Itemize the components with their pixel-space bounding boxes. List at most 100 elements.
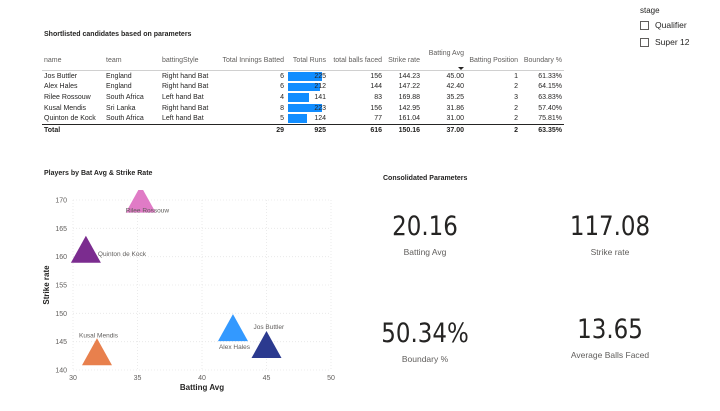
y-tick-label: 160 xyxy=(55,254,67,261)
y-tick-label: 165 xyxy=(55,226,67,233)
cell-runs: 124 xyxy=(286,113,328,124)
cell-batting-avg: 42.40 xyxy=(446,83,464,91)
cell-innings: 6 xyxy=(280,83,284,91)
cell-team: Sri Lanka xyxy=(106,104,136,112)
cell-strike-rate: 169.88 xyxy=(398,93,420,101)
chart-points: Jos Buttler Alex Hales Rilee Rossouw Kusal … xyxy=(70,190,285,366)
cell-runs: 141 xyxy=(286,92,328,103)
card-label-boundary: Boundary % xyxy=(401,354,449,364)
cell-strike-rate: 147.22 xyxy=(398,83,420,91)
chart-title: Players by Bat Avg & Strike Rate xyxy=(44,170,153,177)
slicer-option-label: Qualifier xyxy=(655,20,687,30)
column-header-balls[interactable]: total balls faced xyxy=(328,50,384,71)
cell-name: Jos Buttler xyxy=(44,72,78,80)
y-tick-label: 155 xyxy=(55,283,67,290)
cell-total-balls: 616 xyxy=(328,123,384,137)
y-tick-label: 140 xyxy=(55,368,67,375)
slicer-option-qualifier[interactable]: Qualifier xyxy=(640,20,687,30)
y-axis-label: Strike rate xyxy=(42,265,51,305)
cell-batting-avg: 31.86 xyxy=(446,104,464,112)
cell-balls: 83 xyxy=(374,93,382,101)
cell-balls: 144 xyxy=(370,83,382,91)
cell-strike-rate: 144.23 xyxy=(398,72,420,80)
y-tick-label: 170 xyxy=(55,198,67,205)
data-point-label: Rilee Rossouw xyxy=(126,208,170,215)
table-row[interactable]: Rilee Rossouw South Africa Left hand Bat 4 1… xyxy=(42,92,564,103)
cell-runs: 225 xyxy=(286,71,328,82)
cell-boundary: 57.40% xyxy=(538,104,562,112)
column-header-batting-avg[interactable]: Batting Avg xyxy=(422,50,466,71)
cell-batting-position: 3 xyxy=(514,93,518,101)
table-title: Shortlisted candidates based on paramete… xyxy=(44,31,192,38)
cell-batting-style: Right hand Bat xyxy=(162,83,209,91)
cell-strike-rate: 142.95 xyxy=(398,104,420,112)
cell-runs: 223 xyxy=(286,103,328,114)
slicer-option-label: Super 12 xyxy=(655,37,690,47)
cell-boundary: 61.33% xyxy=(538,72,562,80)
card-label-strike-rate: Strike rate xyxy=(590,247,630,257)
checkbox-icon[interactable] xyxy=(640,20,649,30)
scatter-chart: 30 35 40 45 50 140 145 150 155 160 165 170 Jos Butt… xyxy=(42,190,335,392)
data-point-marker[interactable] xyxy=(81,338,112,366)
candidates-table: name team battingStyle Total Innings Bat… xyxy=(42,50,564,137)
card-label-avg-balls-faced: Average Balls Faced xyxy=(570,350,650,360)
data-point-label: Alex Hales xyxy=(219,344,251,351)
column-header-strike-rate[interactable]: Strike rate xyxy=(384,50,422,71)
cell-total-batting-position: 2 xyxy=(466,123,520,137)
cell-team: South Africa xyxy=(106,115,144,123)
data-point-label: Kusal Mendis xyxy=(79,332,119,339)
cell-innings: 5 xyxy=(280,115,284,123)
cell-name: Kusal Mendis xyxy=(44,104,87,112)
cell-name: Quinton de Kock xyxy=(44,115,96,123)
cell-balls: 156 xyxy=(370,72,382,80)
table-total-row: Total 29 925 616 150.16 37.00 2 63.35% xyxy=(42,123,564,137)
cards-title: Consolidated Parameters xyxy=(383,175,468,182)
column-header-boundary[interactable]: Boundary % xyxy=(520,50,564,71)
cell-batting-style: Right hand Bat xyxy=(162,72,209,80)
column-header-innings[interactable]: Total Innings Batted xyxy=(216,50,286,71)
runs-databar xyxy=(288,114,307,123)
cell-runs-value: 212 xyxy=(314,83,326,91)
checkbox-icon[interactable] xyxy=(640,37,649,47)
cell-total-strike-rate: 150.16 xyxy=(384,123,422,137)
cell-team: England xyxy=(106,72,132,80)
cell-batting-style: Left hand Bat xyxy=(162,115,204,123)
data-point-marker[interactable] xyxy=(70,235,101,263)
cell-batting-avg: 35.25 xyxy=(446,93,464,101)
slicer-title: stage xyxy=(640,6,660,15)
cell-boundary: 64.15% xyxy=(538,83,562,91)
cell-batting-position: 1 xyxy=(514,72,518,80)
cell-strike-rate: 161.04 xyxy=(398,115,420,123)
cell-name: Rilee Rossouw xyxy=(44,93,91,101)
cell-runs-value: 223 xyxy=(314,104,326,112)
card-value-strike-rate: 117.08 xyxy=(569,211,651,242)
column-header-batting-style[interactable]: battingStyle xyxy=(160,50,216,71)
column-header-team[interactable]: team xyxy=(104,50,160,71)
cell-innings: 6 xyxy=(280,72,284,80)
cell-total-batting-avg: 37.00 xyxy=(422,123,466,137)
cell-total-boundary: 63.35% xyxy=(520,123,564,137)
sort-descending-icon[interactable] xyxy=(458,67,464,70)
cell-batting-avg: 45.00 xyxy=(446,72,464,80)
table-row[interactable]: Alex Hales England Right hand Bat 6 212 144 14… xyxy=(42,82,564,93)
cell-runs-value: 124 xyxy=(314,115,326,123)
y-tick-label: 150 xyxy=(55,311,67,318)
x-tick-label: 50 xyxy=(327,375,335,382)
cell-boundary: 63.83% xyxy=(538,93,562,101)
table-row[interactable]: Jos Buttler England Right hand Bat 6 225 156 1… xyxy=(42,71,564,82)
cell-runs-value: 141 xyxy=(314,93,326,101)
x-tick-label: 30 xyxy=(69,375,77,382)
x-tick-label: 35 xyxy=(134,375,142,382)
y-tick-label: 145 xyxy=(55,339,67,346)
card-label-batting-avg: Batting Avg xyxy=(403,247,447,257)
column-header-batting-position[interactable]: Batting Position xyxy=(466,50,520,71)
data-point-marker[interactable] xyxy=(251,331,282,359)
column-header-name[interactable]: name xyxy=(42,50,104,71)
cell-batting-style: Left hand Bat xyxy=(162,93,204,101)
data-point-marker[interactable] xyxy=(217,314,248,342)
table-row[interactable]: Kusal Mendis Sri Lanka Right hand Bat 8 223 1… xyxy=(42,103,564,114)
x-axis-label: Batting Avg xyxy=(180,383,224,392)
column-header-runs[interactable]: Total Runs xyxy=(286,50,328,71)
slicer-option-super-12[interactable]: Super 12 xyxy=(640,37,690,47)
table-row[interactable]: Quinton de Kock South Africa Left hand Bat… xyxy=(42,113,564,124)
